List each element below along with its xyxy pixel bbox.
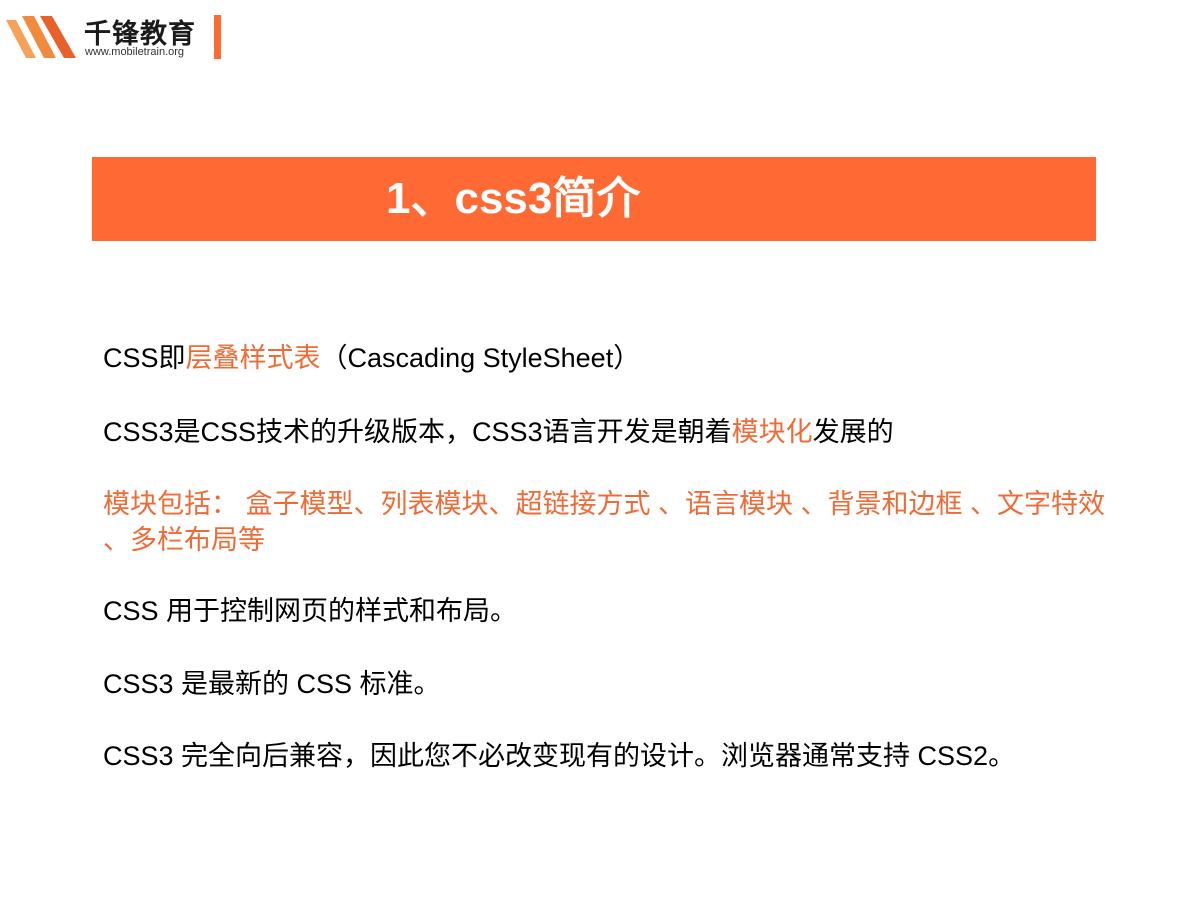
content-line-definition: CSS即层叠样式表（Cascading StyleSheet）	[103, 340, 640, 376]
slide-title: 1、css3简介	[386, 174, 641, 223]
definition-highlight: 层叠样式表	[185, 343, 321, 373]
definition-prefix: CSS即	[103, 343, 186, 373]
content-line-standard: CSS3 是最新的 CSS 标准。	[103, 669, 441, 699]
content-line-modules: 模块包括： 盒子模型、列表模块、超链接方式 、语言模块 、背景和边框 、文字特效…	[103, 489, 1106, 555]
brand-accent-bar	[214, 15, 221, 59]
content-line-upgrade: CSS3是CSS技术的升级版本，CSS3语言开发是朝着模块化发展的	[103, 414, 894, 450]
upgrade-prefix: CSS3是CSS技术的升级版本，CSS3语言开发是朝着	[103, 417, 732, 447]
content-line-purpose: CSS 用于控制网页的样式和布局。	[103, 596, 518, 626]
brand-url: www.mobiletrain.org	[85, 46, 185, 58]
title-banner: 1、css3简介	[92, 157, 1096, 241]
content-line-compatibility: CSS3 完全向后兼容，因此您不必改变现有的设计。浏览器通常支持 CSS2。	[103, 741, 1016, 771]
brand-logo-icon	[6, 16, 76, 58]
brand-logo: 千锋教育 www.mobiletrain.org	[6, 12, 236, 62]
definition-suffix: （Cascading StyleSheet）	[320, 343, 641, 373]
upgrade-suffix: 发展的	[812, 417, 894, 447]
upgrade-highlight: 模块化	[731, 417, 813, 447]
